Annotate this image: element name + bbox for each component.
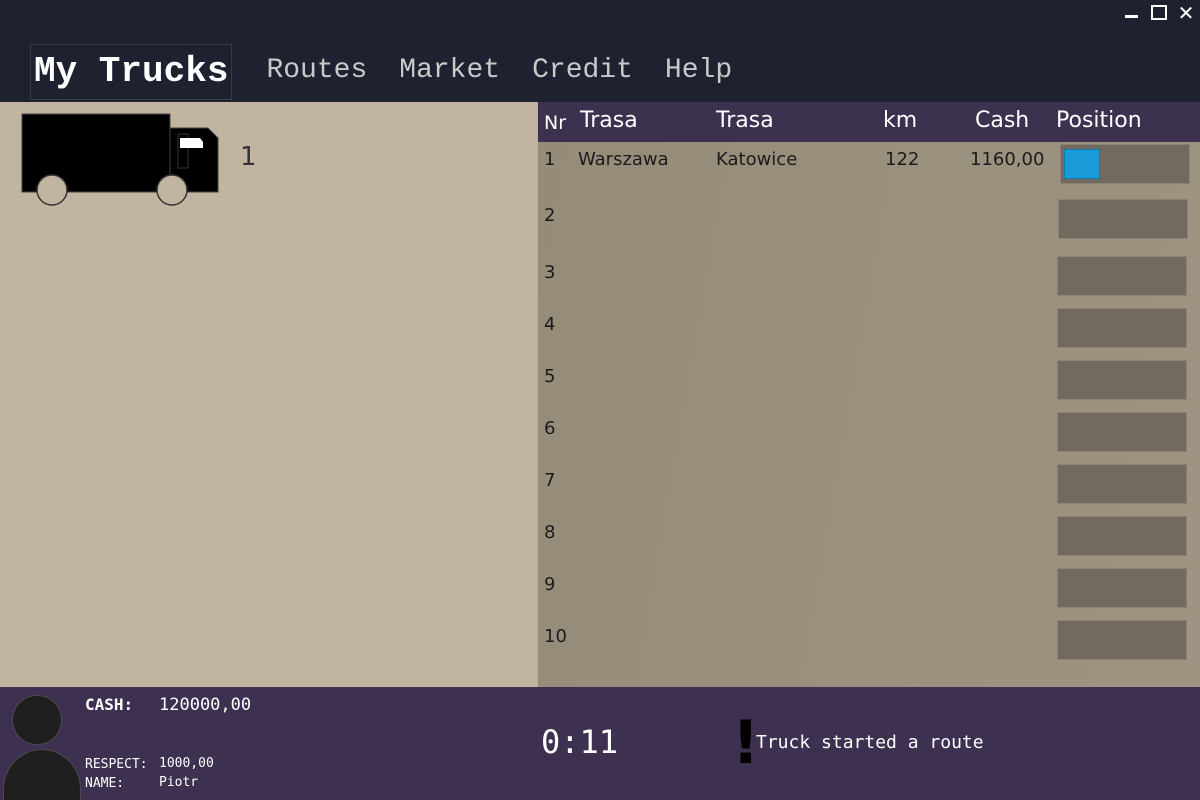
tab-market[interactable]: Market bbox=[399, 44, 500, 100]
position-progress-bar bbox=[1058, 199, 1188, 239]
column-header-to: Trasa bbox=[716, 108, 774, 133]
table-row[interactable]: 2 bbox=[538, 199, 1200, 253]
position-progress-bar bbox=[1057, 568, 1187, 608]
minimize-icon[interactable] bbox=[1116, 2, 1144, 24]
truck-card[interactable]: 1 bbox=[20, 112, 280, 212]
row-nr: 3 bbox=[544, 262, 556, 283]
table-header: Nr Trasa Trasa km Cash Position bbox=[538, 102, 1200, 142]
table-row[interactable]: 8 bbox=[538, 516, 1200, 570]
row-cash: 1160,00 bbox=[970, 149, 1045, 170]
status-message: Truck started a route bbox=[756, 732, 984, 753]
row-nr: 10 bbox=[544, 626, 567, 647]
tab-routes[interactable]: Routes bbox=[266, 44, 367, 100]
position-progress-bar bbox=[1060, 144, 1190, 184]
row-to: Katowice bbox=[716, 149, 798, 170]
table-row[interactable]: 5 bbox=[538, 360, 1200, 414]
table-row[interactable]: 9 bbox=[538, 568, 1200, 622]
position-progress-fill bbox=[1064, 149, 1100, 179]
close-icon[interactable]: ✕ bbox=[1172, 2, 1200, 24]
position-progress-bar bbox=[1057, 256, 1187, 296]
position-progress-bar bbox=[1057, 360, 1187, 400]
window-controls: ✕ bbox=[1116, 2, 1200, 24]
avatar-body bbox=[3, 749, 81, 800]
row-nr: 9 bbox=[544, 574, 556, 595]
tab-help[interactable]: Help bbox=[665, 44, 732, 100]
table-row[interactable]: 3 bbox=[538, 256, 1200, 310]
position-progress-bar bbox=[1057, 464, 1187, 504]
table-row[interactable]: 1 Warszawa Katowice 122 1160,00 bbox=[538, 144, 1200, 197]
truck-count: 1 bbox=[240, 142, 257, 172]
position-progress-bar bbox=[1057, 308, 1187, 348]
position-progress-bar bbox=[1057, 516, 1187, 556]
truck-icon bbox=[21, 113, 219, 206]
row-km: 122 bbox=[885, 149, 920, 170]
table-row[interactable]: 4 bbox=[538, 308, 1200, 362]
title-bar: ✕ My Trucks Routes Market Credit Help bbox=[0, 0, 1200, 102]
routes-table: Nr Trasa Trasa km Cash Position 1 Warsza… bbox=[537, 102, 1200, 687]
column-header-from: Trasa bbox=[580, 108, 638, 133]
trucks-pane: 1 bbox=[0, 102, 537, 687]
maximize-icon[interactable] bbox=[1144, 2, 1172, 24]
column-header-position: Position bbox=[1056, 108, 1142, 133]
column-header-nr: Nr bbox=[544, 112, 567, 134]
tab-credit[interactable]: Credit bbox=[532, 44, 633, 100]
row-nr: 4 bbox=[544, 314, 556, 335]
row-nr: 5 bbox=[544, 366, 556, 387]
player-name: Piotr bbox=[159, 775, 199, 790]
avatar-head bbox=[12, 695, 62, 745]
row-from: Warszawa bbox=[578, 149, 669, 170]
position-progress-bar bbox=[1057, 412, 1187, 452]
tab-my-trucks[interactable]: My Trucks bbox=[30, 44, 233, 100]
cash-value: 120000,00 bbox=[159, 695, 252, 715]
row-nr: 8 bbox=[544, 522, 556, 543]
position-progress-bar bbox=[1057, 620, 1187, 660]
row-nr: 7 bbox=[544, 470, 556, 491]
name-label: NAME: bbox=[85, 776, 125, 791]
main-nav: My Trucks Routes Market Credit Help bbox=[30, 44, 764, 100]
row-nr: 2 bbox=[544, 205, 556, 226]
column-header-km: km bbox=[883, 108, 918, 133]
cash-label: CASH: bbox=[85, 695, 134, 714]
column-header-cash: Cash bbox=[975, 108, 1030, 133]
status-bar: CASH: 120000,00 RESPECT: 1000,00 NAME: P… bbox=[0, 687, 1200, 800]
game-timer: 0:11 bbox=[541, 723, 619, 761]
table-row[interactable]: 6 bbox=[538, 412, 1200, 466]
table-row[interactable]: 10 bbox=[538, 620, 1200, 674]
respect-label: RESPECT: bbox=[85, 757, 148, 772]
row-nr: 1 bbox=[544, 149, 556, 170]
row-nr: 6 bbox=[544, 418, 556, 439]
table-row[interactable]: 7 bbox=[538, 464, 1200, 518]
respect-value: 1000,00 bbox=[159, 756, 214, 771]
